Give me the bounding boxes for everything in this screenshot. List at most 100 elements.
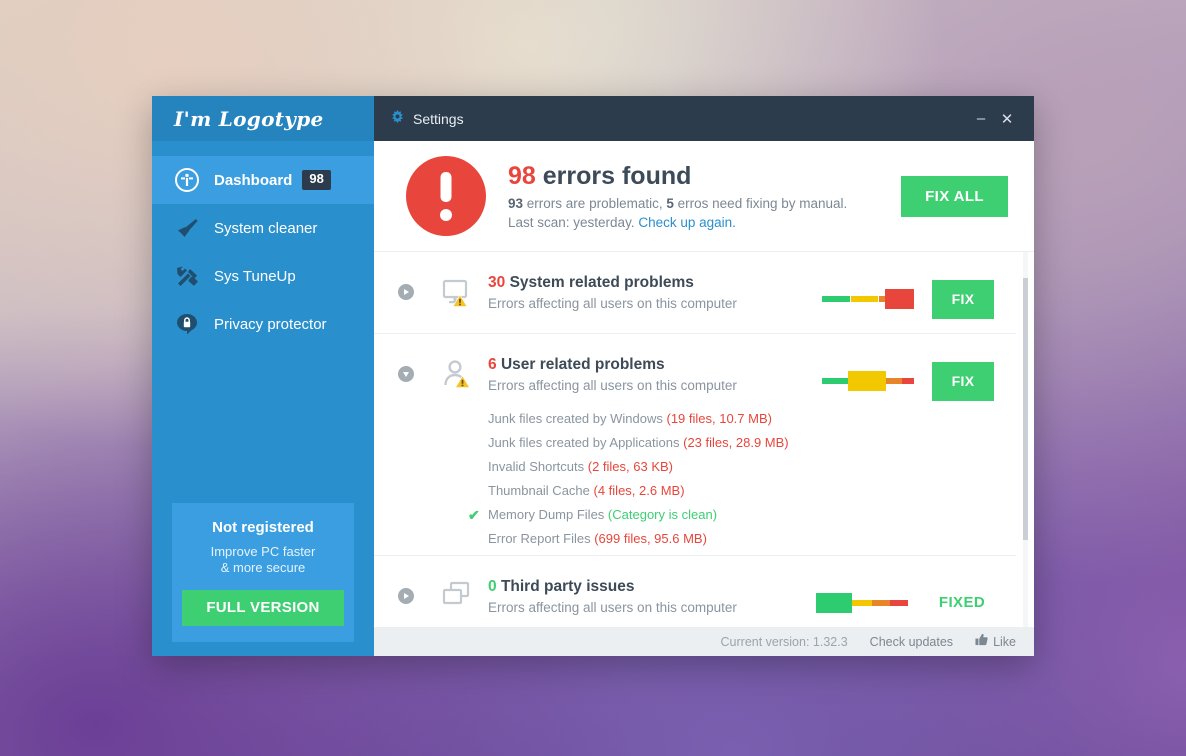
sidebar-header: I'm Logotype bbox=[152, 96, 374, 141]
problem-title: 0 Third party issues bbox=[488, 577, 806, 597]
problematic-count: 93 bbox=[508, 195, 524, 211]
problematic-text: errors are problematic, bbox=[526, 195, 663, 211]
problem-count: 30 bbox=[488, 274, 506, 291]
detail-value: (699 files, 95.6 MB) bbox=[594, 531, 707, 546]
tools-icon bbox=[172, 261, 202, 291]
detail-label: Thumbnail Cache bbox=[488, 483, 590, 498]
detail-label: Error Report Files bbox=[488, 531, 591, 546]
sidebar-item-privacy-protector[interactable]: Privacy protector bbox=[152, 300, 374, 348]
problem-title-text: User related problems bbox=[500, 356, 665, 373]
sidebar-item-dashboard[interactable]: Dashboard 98 bbox=[152, 156, 374, 204]
problem-subtitle: Errors affecting all users on this compu… bbox=[488, 600, 737, 615]
scrollbar-thumb[interactable] bbox=[1023, 278, 1028, 540]
summary-breakdown: 93 errors are problematic, 5 erros need … bbox=[508, 194, 901, 213]
detail-item[interactable]: Junk files created by Windows (19 files,… bbox=[488, 407, 812, 431]
gear-icon[interactable] bbox=[390, 109, 405, 129]
problem-subtitle: Errors affecting all users on this compu… bbox=[488, 378, 737, 393]
severity-meter bbox=[816, 590, 908, 616]
fix-button[interactable]: FIX bbox=[932, 362, 994, 401]
problem-body: 30 System related problems Errors affect… bbox=[488, 272, 812, 313]
app-logo: I'm Logotype bbox=[174, 106, 324, 131]
detail-value: (19 files, 10.7 MB) bbox=[666, 411, 772, 426]
sidebar-item-label: System cleaner bbox=[214, 219, 318, 237]
error-count-suffix: errors found bbox=[542, 161, 692, 190]
detail-value: (Category is clean) bbox=[607, 507, 718, 522]
thumbs-up-icon bbox=[975, 633, 988, 651]
problem-count: 6 bbox=[488, 356, 497, 373]
problems-list: 30 System related problems Errors affect… bbox=[374, 252, 1034, 627]
promo-line-1: Improve PC faster bbox=[210, 544, 316, 559]
problem-row[interactable]: 0 Third party issues Errors affecting al… bbox=[374, 556, 1016, 627]
problem-row[interactable]: 6 User related problems Errors affecting… bbox=[374, 334, 1016, 556]
sidebar-item-label: Sys TuneUp bbox=[214, 267, 296, 285]
detail-item[interactable]: ✔ Memory Dump Files (Category is clean) bbox=[468, 503, 812, 527]
problems-scroll-area: 30 System related problems Errors affect… bbox=[374, 252, 1034, 627]
promo-line-2: & more secure bbox=[220, 560, 306, 575]
fixed-status-label: FIXED bbox=[938, 594, 986, 611]
problem-body: 6 User related problems Errors affecting… bbox=[468, 354, 812, 555]
detail-value: (4 files, 2.6 MB) bbox=[593, 483, 685, 498]
last-scan-text: Last scan: yesterday. bbox=[508, 214, 635, 230]
problem-row[interactable]: 30 System related problems Errors affect… bbox=[374, 252, 1016, 334]
collapse-toggle-icon[interactable] bbox=[398, 366, 414, 382]
summary-lastscan: Last scan: yesterday. Check up again. bbox=[508, 213, 901, 232]
manual-count: 5 bbox=[666, 195, 674, 211]
problem-title: 30 System related problems bbox=[488, 273, 812, 293]
version-label: Current version: 1.32.3 bbox=[720, 634, 848, 649]
problem-detail-list: Junk files created by Windows (19 files,… bbox=[468, 407, 812, 555]
promo-subtitle: Improve PC faster & more secure bbox=[182, 544, 344, 576]
alert-exclamation-icon bbox=[406, 156, 486, 236]
application-window: I'm Logotype Dashboard 98 System cleaner… bbox=[152, 96, 1034, 656]
expand-toggle-icon[interactable] bbox=[398, 284, 414, 300]
brush-icon bbox=[172, 213, 202, 243]
fix-button[interactable]: FIX bbox=[932, 280, 994, 319]
lock-icon bbox=[172, 309, 202, 339]
detail-item[interactable]: Invalid Shortcuts (2 files, 63 KB) bbox=[488, 455, 812, 479]
check-up-again-link[interactable]: Check up again. bbox=[638, 215, 736, 230]
windows-stack-icon bbox=[440, 580, 474, 614]
problem-title: 6 User related problems bbox=[488, 355, 812, 375]
settings-entry[interactable]: Settings bbox=[390, 109, 464, 129]
problem-title-text: Third party issues bbox=[500, 578, 635, 595]
close-button[interactable]: ✕ bbox=[994, 106, 1020, 132]
detail-item[interactable]: Junk files created by Applications (23 f… bbox=[488, 431, 812, 455]
titlebar-title: Settings bbox=[413, 110, 464, 127]
summary-text-block: 98 errors found 93 errors are problemati… bbox=[508, 161, 901, 232]
page-title: 98 errors found bbox=[508, 161, 901, 191]
check-icon: ✔ bbox=[468, 507, 480, 523]
minimize-button[interactable]: – bbox=[968, 106, 994, 132]
promo-title: Not registered bbox=[212, 519, 314, 536]
sidebar: I'm Logotype Dashboard 98 System cleaner… bbox=[152, 96, 374, 656]
like-label: Like bbox=[993, 634, 1016, 649]
detail-label: Junk files created by Windows bbox=[488, 411, 663, 426]
sidebar-item-label: Privacy protector bbox=[214, 315, 327, 333]
detail-value: (2 files, 63 KB) bbox=[587, 459, 673, 474]
detail-value: (23 files, 28.9 MB) bbox=[683, 435, 789, 450]
check-updates-link[interactable]: Check updates bbox=[870, 635, 953, 649]
like-button[interactable]: Like bbox=[975, 633, 1016, 651]
detail-item[interactable]: Error Report Files (699 files, 95.6 MB) bbox=[488, 527, 812, 551]
user-warning-icon bbox=[440, 358, 474, 392]
sidebar-item-system-cleaner[interactable]: System cleaner bbox=[152, 204, 374, 252]
desktop-background: I'm Logotype Dashboard 98 System cleaner… bbox=[0, 0, 1186, 756]
fix-all-button[interactable]: FIX ALL bbox=[901, 175, 1008, 217]
sidebar-nav: Dashboard 98 System cleaner Sys TuneUp P… bbox=[152, 156, 374, 348]
detail-label: Junk files created by Applications bbox=[488, 435, 680, 450]
manual-text: erros need fixing by manual. bbox=[677, 195, 848, 211]
detail-label: Memory Dump Files bbox=[488, 507, 605, 522]
status-bar: Current version: 1.32.3 Check updates Li… bbox=[374, 627, 1034, 656]
severity-meter bbox=[822, 286, 914, 312]
window-titlebar: Settings – ✕ bbox=[374, 96, 1034, 141]
registration-promo-panel: Not registered Improve PC faster & more … bbox=[172, 503, 354, 642]
full-version-button[interactable]: FULL VERSION bbox=[182, 590, 344, 626]
info-circle-icon bbox=[172, 165, 202, 195]
error-count: 98 bbox=[508, 161, 536, 190]
problem-count: 0 bbox=[488, 578, 497, 595]
sidebar-item-sys-tuneup[interactable]: Sys TuneUp bbox=[152, 252, 374, 300]
sidebar-item-label: Dashboard bbox=[214, 171, 293, 189]
detail-item[interactable]: Thumbnail Cache (4 files, 2.6 MB) bbox=[488, 479, 812, 503]
monitor-warning-icon bbox=[440, 276, 474, 310]
expand-toggle-icon[interactable] bbox=[398, 588, 414, 604]
problem-subtitle: Errors affecting all users on this compu… bbox=[488, 296, 737, 311]
error-summary: 98 errors found 93 errors are problemati… bbox=[374, 141, 1034, 252]
